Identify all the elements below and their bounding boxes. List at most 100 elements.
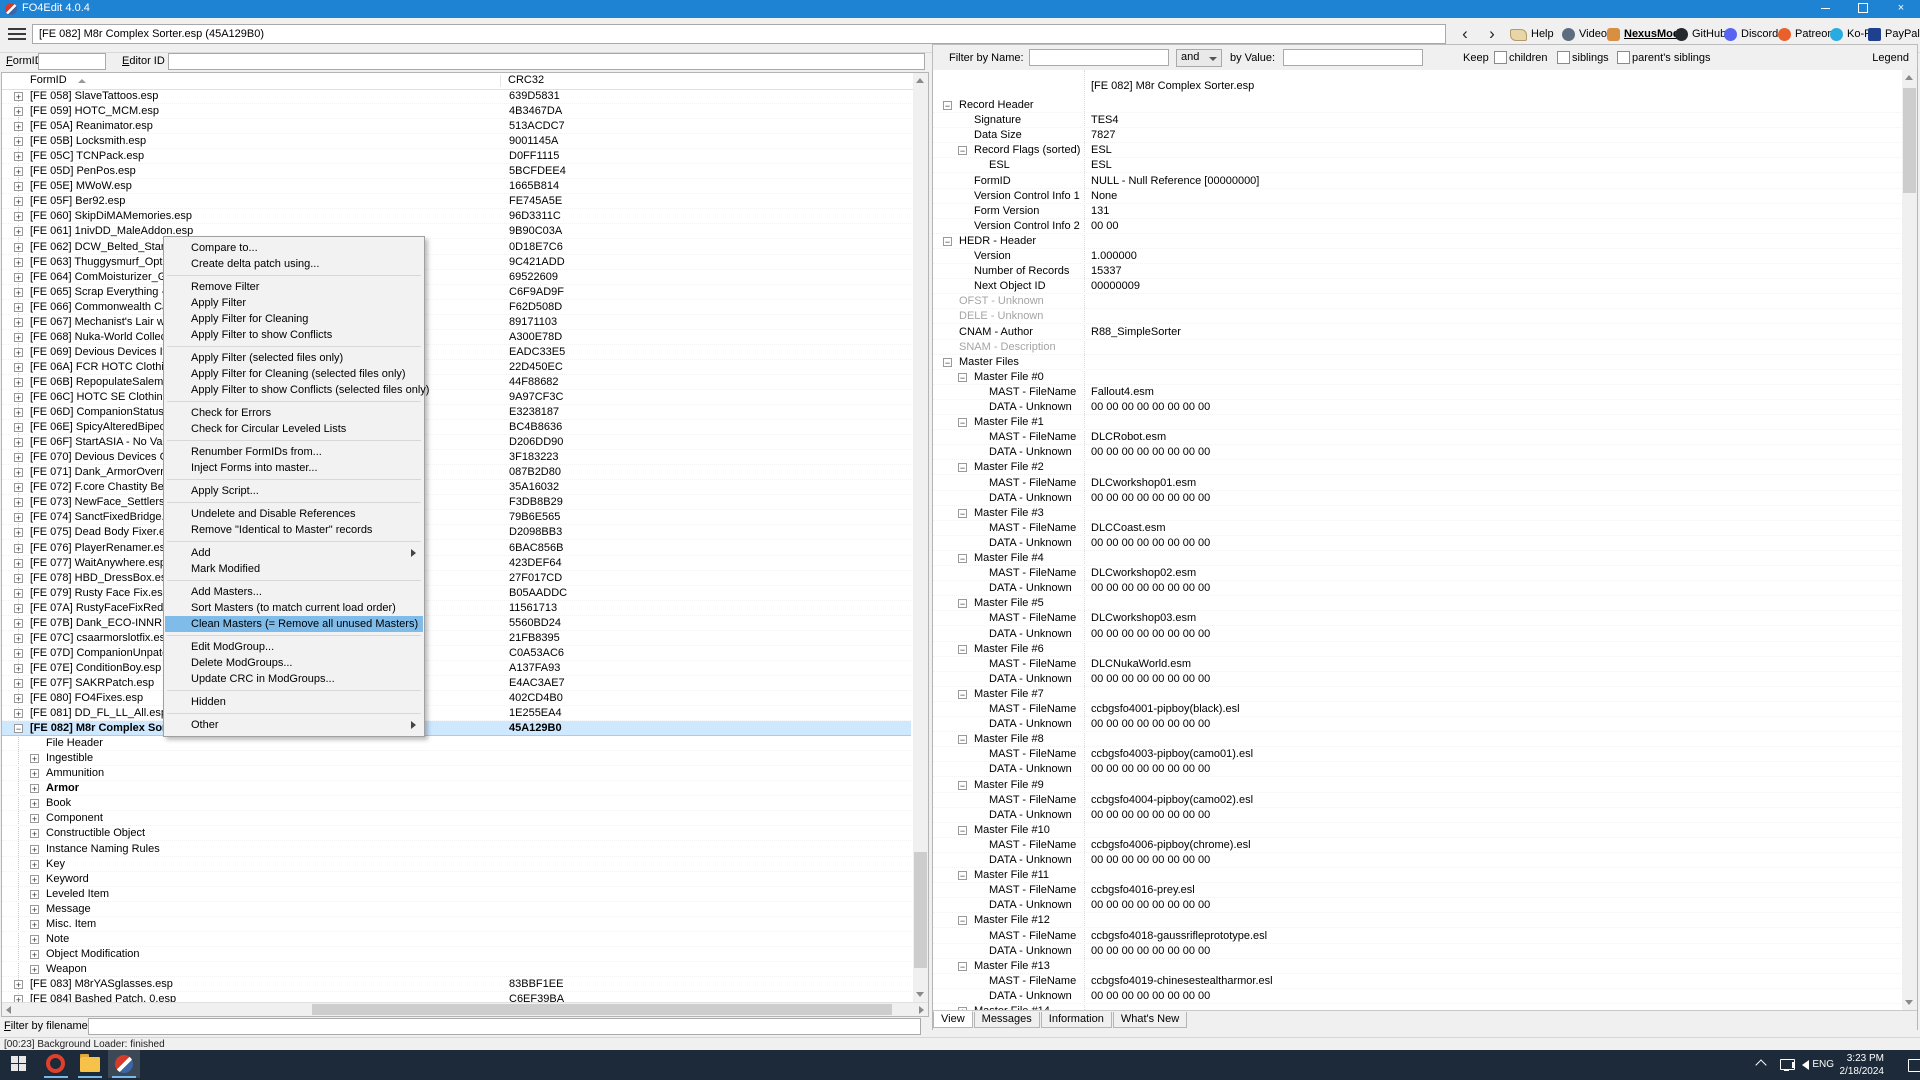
collapse-icon[interactable]: −: [958, 690, 967, 699]
expand-icon[interactable]: +: [14, 438, 23, 447]
detail-row[interactable]: MAST - FileNameccbgsfo4016-prey.esl: [933, 883, 1901, 898]
expand-icon[interactable]: +: [14, 273, 23, 282]
tree-row[interactable]: +[FE 06C] HOTC SE Clothing Replace9A97CF…: [2, 390, 911, 405]
tab-what-s-new[interactable]: What's New: [1113, 1012, 1187, 1028]
detail-row[interactable]: −Master File #10: [933, 823, 1901, 838]
detail-row[interactable]: −HEDR - Header: [933, 234, 1901, 249]
detail-row[interactable]: DATA - Unknown00 00 00 00 00 00 00 00: [933, 445, 1901, 460]
menu-item[interactable]: Edit ModGroup...: [165, 639, 423, 655]
selected-record-path[interactable]: [32, 24, 1446, 44]
detail-row[interactable]: MAST - FileNameccbgsfo4001-pipboy(black)…: [933, 702, 1901, 717]
expand-icon[interactable]: +: [30, 905, 39, 914]
right-vertical-scrollbar[interactable]: [1902, 70, 1917, 1010]
tree-row[interactable]: +Ammunition: [2, 766, 911, 781]
detail-row[interactable]: DATA - Unknown00 00 00 00 00 00 00 00: [933, 944, 1901, 959]
expand-icon[interactable]: +: [14, 152, 23, 161]
expand-icon[interactable]: +: [14, 393, 23, 402]
expand-icon[interactable]: +: [14, 694, 23, 703]
scroll-right-icon[interactable]: [919, 1006, 924, 1014]
tree-row[interactable]: +[FE 07E] ConditionBoy.espA137FA93: [2, 661, 911, 676]
detail-row[interactable]: DATA - Unknown00 00 00 00 00 00 00 00: [933, 672, 1901, 687]
link-github[interactable]: GitHub: [1675, 27, 1726, 43]
tree-row[interactable]: +[FE 077] WaitAnywhere.esp423DEF64: [2, 556, 911, 571]
expand-icon[interactable]: +: [30, 920, 39, 929]
detail-row[interactable]: DATA - Unknown00 00 00 00 00 00 00 00: [933, 717, 1901, 732]
language-indicator[interactable]: ENG: [1812, 1059, 1834, 1080]
detail-row[interactable]: FormIDNULL - Null Reference [00000000]: [933, 174, 1901, 189]
expand-icon[interactable]: +: [14, 649, 23, 658]
expand-icon[interactable]: +: [14, 333, 23, 342]
detail-row[interactable]: MAST - FileNameDLCworkshop03.esm: [933, 611, 1901, 626]
tree-row[interactable]: +Book: [2, 796, 911, 811]
expand-icon[interactable]: +: [30, 799, 39, 808]
menu-icon[interactable]: [8, 28, 26, 41]
collapse-icon[interactable]: −: [958, 645, 967, 654]
detail-row[interactable]: −Master File #9: [933, 778, 1901, 793]
detail-row[interactable]: DATA - Unknown00 00 00 00 00 00 00 00: [933, 853, 1901, 868]
tree-row[interactable]: +[FE 06D] CompanionStatus-SettingE323818…: [2, 405, 911, 420]
expand-icon[interactable]: +: [30, 829, 39, 838]
tree-row[interactable]: +Weapon: [2, 962, 911, 977]
menu-item[interactable]: Apply Filter (selected files only): [165, 350, 423, 366]
expand-icon[interactable]: +: [14, 92, 23, 101]
detail-row[interactable]: SignatureTES4: [933, 113, 1901, 128]
scroll-down-icon[interactable]: [913, 987, 928, 1002]
tree-row[interactable]: +Message: [2, 902, 911, 917]
detail-row[interactable]: DATA - Unknown00 00 00 00 00 00 00 00: [933, 762, 1901, 777]
detail-row[interactable]: DATA - Unknown00 00 00 00 00 00 00 00: [933, 491, 1901, 506]
tree-row[interactable]: +Ingestible: [2, 751, 911, 766]
taskbar-fo4edit-button[interactable]: [108, 1050, 140, 1078]
expand-icon[interactable]: +: [30, 935, 39, 944]
tree-row[interactable]: +[FE 07C] csaarmorslotfix.esp21FB8395: [2, 631, 911, 646]
tree-row[interactable]: +[FE 05E] MWoW.esp1665B814: [2, 179, 911, 194]
left-horizontal-scrollbar[interactable]: [2, 1002, 928, 1016]
menu-item[interactable]: Undelete and Disable References: [165, 506, 423, 522]
link-videos[interactable]: Videos: [1562, 27, 1612, 43]
collapse-icon[interactable]: −: [958, 418, 967, 427]
detail-row[interactable]: −Master File #1: [933, 415, 1901, 430]
tree-row[interactable]: +[FE 064] ComMoisturizer_GlowPatc6952260…: [2, 270, 911, 285]
scroll-down-icon[interactable]: [1902, 995, 1917, 1010]
tree-row[interactable]: +[FE 07F] SAKRPatch.espE4AC3AE7: [2, 676, 911, 691]
detail-row[interactable]: MAST - FileNameDLCworkshop01.esm: [933, 476, 1901, 491]
detail-row[interactable]: SNAM - Description: [933, 340, 1901, 355]
tree-row[interactable]: +[FE 081] DD_FL_LL_All.esp1E255EA4: [2, 706, 911, 721]
crc32-column-header[interactable]: CRC32: [508, 74, 544, 86]
expand-icon[interactable]: +: [14, 258, 23, 267]
menu-item[interactable]: Clean Masters (= Remove all unused Maste…: [165, 616, 423, 632]
tree-row[interactable]: +[FE 058] SlaveTattoos.esp639D5831: [2, 89, 911, 104]
detail-row[interactable]: Version1.000000: [933, 249, 1901, 264]
collapse-icon[interactable]: −: [943, 101, 952, 110]
expand-icon[interactable]: +: [14, 980, 23, 989]
detail-row[interactable]: −Record Header: [933, 98, 1901, 113]
expand-icon[interactable]: +: [14, 212, 23, 221]
detail-row[interactable]: DATA - Unknown00 00 00 00 00 00 00 00: [933, 808, 1901, 823]
tree-row[interactable]: +Keyword: [2, 872, 911, 887]
expand-icon[interactable]: +: [30, 754, 39, 763]
detail-row[interactable]: MAST - FileNameccbgsfo4004-pipboy(camo02…: [933, 793, 1901, 808]
scroll-up-icon[interactable]: [913, 73, 928, 88]
tree-row[interactable]: +[FE 07A] RustyFaceFixRedux.esp11561713: [2, 601, 911, 616]
expand-icon[interactable]: +: [14, 107, 23, 116]
expand-icon[interactable]: +: [14, 423, 23, 432]
keep-parents-siblings-checkbox[interactable]: [1617, 51, 1630, 64]
expand-icon[interactable]: +: [14, 378, 23, 387]
menu-item[interactable]: Check for Errors: [165, 405, 423, 421]
tree-row[interactable]: +[FE 072] F.core Chastity Belts2.esp35A1…: [2, 480, 911, 495]
expand-icon[interactable]: +: [14, 408, 23, 417]
expand-icon[interactable]: +: [14, 288, 23, 297]
tree-row[interactable]: +[FE 073] NewFace_Settlers.espF3DB8B29: [2, 495, 911, 510]
detail-row[interactable]: MAST - FileNameDLCCoast.esm: [933, 521, 1901, 536]
menu-item[interactable]: Remove Filter: [165, 279, 423, 295]
detail-row[interactable]: DELE - Unknown: [933, 309, 1901, 324]
expand-icon[interactable]: +: [14, 468, 23, 477]
formid-input[interactable]: [38, 53, 106, 70]
expand-icon[interactable]: +: [14, 995, 23, 1002]
expand-icon[interactable]: +: [30, 890, 39, 899]
expand-icon[interactable]: +: [14, 348, 23, 357]
menu-item[interactable]: Apply Filter to show Conflicts (selected…: [165, 382, 423, 398]
expand-icon[interactable]: +: [30, 814, 39, 823]
expand-icon[interactable]: +: [14, 363, 23, 372]
detail-row[interactable]: −Master File #5: [933, 596, 1901, 611]
expand-icon[interactable]: +: [30, 875, 39, 884]
